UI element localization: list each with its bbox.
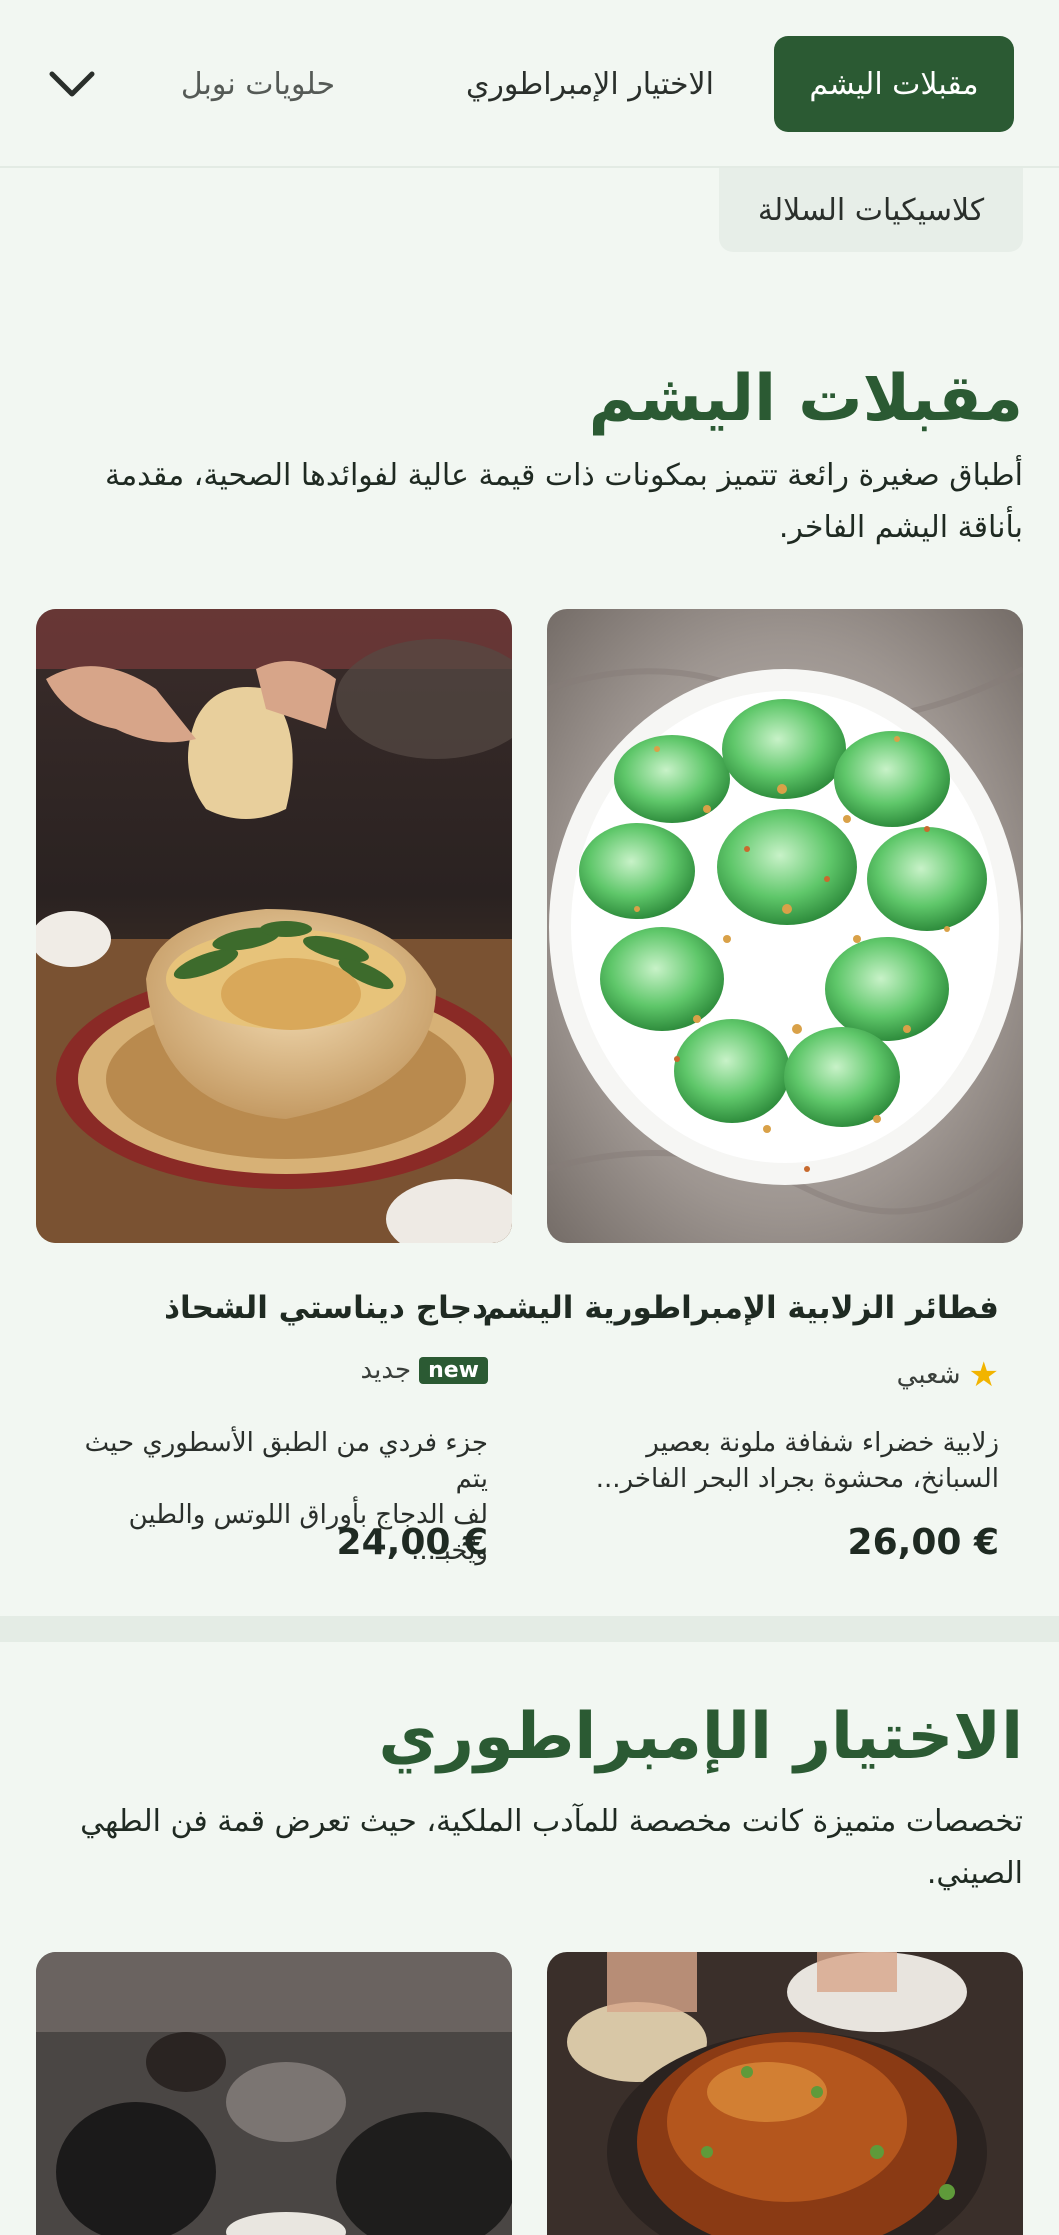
section-description: تخصصات متميزة كانت مخصصة للمآدب الملكية،…	[80, 1804, 1023, 1891]
tag-label: جديد	[360, 1355, 412, 1385]
category-nav: مقبلات اليشم الاختيار الإمبراطوري حلويات…	[0, 0, 1059, 168]
new-badge: new	[419, 1356, 488, 1384]
dish-image-beggars-chicken[interactable]	[36, 609, 512, 1243]
section-title: الاختيار الإمبراطوري	[378, 1700, 1023, 1774]
dish-description-line: السبانخ، محشوة بجراد البحر الفاخر...	[595, 1464, 999, 1494]
dish-image-tea-set[interactable]	[36, 1952, 512, 2235]
dish-description-line: جزء فردي من الطبق الأسطوري حيث يتم	[84, 1428, 488, 1494]
dish-description: زلابية خضراء شفافة ملونة بعصير السبانخ، …	[579, 1425, 999, 1497]
dish-image-roast-duck[interactable]	[547, 1952, 1023, 2235]
dish-title[interactable]: فطائر الزلابية الإمبراطورية اليشم	[483, 1290, 999, 1326]
section-description: أطباق صغيرة رائعة تتميز بمكونات ذات قيمة…	[105, 458, 1023, 545]
tag-label: شعبي	[896, 1360, 961, 1390]
tab-dynasty-classics[interactable]: كلاسيكيات السلالة	[719, 168, 1023, 252]
tab-jade-appetizers[interactable]: مقبلات اليشم	[774, 36, 1014, 132]
section-title: مقبلات اليشم	[588, 362, 1023, 436]
star-icon: ★	[968, 1355, 999, 1395]
new-tag: new جديد	[360, 1355, 488, 1385]
dish-price: 24,00 €	[336, 1522, 488, 1563]
dish-image-jade-dumplings[interactable]	[547, 609, 1023, 1243]
tab-imperial-selection[interactable]: الاختيار الإمبراطوري	[466, 36, 714, 132]
dish-price: 26,00 €	[847, 1522, 999, 1563]
popular-tag: ★ شعبي	[897, 1355, 999, 1395]
chevron-down-icon[interactable]	[44, 62, 100, 106]
dish-description-line: زلابية خضراء شفافة ملونة بعصير	[646, 1428, 999, 1458]
section-divider	[0, 1616, 1059, 1642]
dish-title[interactable]: دجاج ديناستي الشحاذ	[164, 1290, 488, 1326]
tab-noble-sweets[interactable]: حلويات نوبل	[181, 36, 335, 132]
